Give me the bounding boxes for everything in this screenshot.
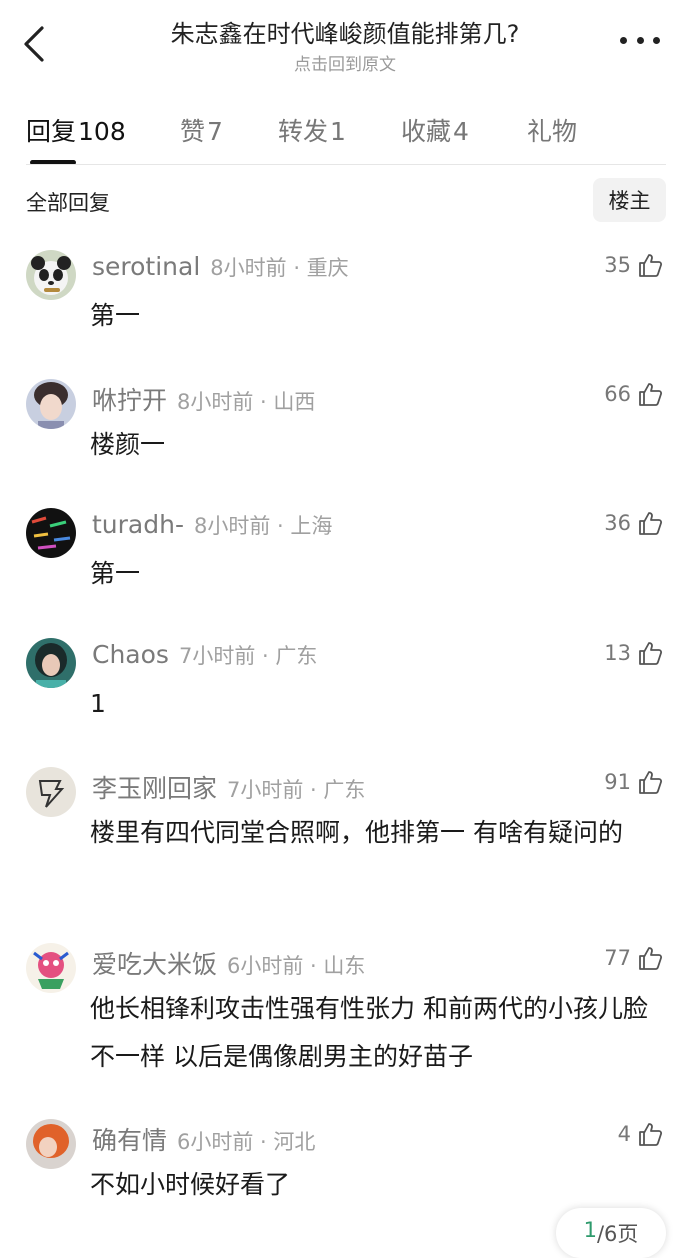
- more-dot-icon: [636, 36, 644, 44]
- more-button[interactable]: [620, 30, 660, 50]
- comment-meta: turadh- 8小时前 · 上海: [92, 510, 332, 540]
- timestamp-location: 7小时前 · 广东: [178, 644, 318, 668]
- thumbs-up-icon: [639, 947, 663, 970]
- avatar[interactable]: [26, 250, 76, 300]
- tab-count: 108: [78, 117, 126, 146]
- thumbs-up-icon: [639, 383, 663, 406]
- like-button[interactable]: 13: [604, 640, 663, 666]
- comment-text: 不如小时候好看了: [90, 1170, 291, 1199]
- comment-text: 1: [90, 689, 106, 718]
- like-count: 35: [604, 253, 631, 277]
- comment-meta: Chaos 7小时前 · 广东: [92, 640, 317, 670]
- comment-text: 楼颜一: [90, 430, 166, 459]
- like-count: 77: [604, 946, 631, 970]
- tab-replies[interactable]: 回复108: [26, 112, 126, 148]
- tab-bar: 回复108 赞7 转发1 收藏4 礼物: [26, 112, 666, 165]
- comment-meta: 咻拧开 8小时前 · 山西: [92, 381, 315, 417]
- like-button[interactable]: 66: [604, 381, 663, 407]
- person-avatar-icon: [26, 1119, 76, 1169]
- avatar[interactable]: [26, 1119, 76, 1169]
- thumbs-up-icon: [639, 642, 663, 665]
- current-page: 1: [583, 1218, 597, 1242]
- timestamp-location: 8小时前 · 重庆: [210, 256, 349, 280]
- username[interactable]: turadh-: [92, 510, 184, 539]
- tab-reposts[interactable]: 转发1: [278, 112, 346, 148]
- like-button[interactable]: 36: [604, 510, 663, 536]
- tab-label: 礼物: [527, 117, 578, 146]
- username[interactable]: 咻拧开: [92, 386, 167, 415]
- avatar[interactable]: [26, 767, 76, 817]
- tab-likes[interactable]: 赞7: [180, 112, 223, 148]
- avatar[interactable]: [26, 508, 76, 558]
- username[interactable]: 李玉刚回家: [92, 774, 217, 803]
- tab-favorites[interactable]: 收藏4: [401, 112, 469, 148]
- thumbs-up-icon: [639, 771, 663, 794]
- tab-label: 转发: [278, 117, 329, 146]
- panda-avatar-icon: [26, 250, 76, 300]
- like-count: 36: [604, 511, 631, 535]
- tab-count: 7: [207, 117, 223, 146]
- comment-meta: 李玉刚回家 7小时前 · 广东: [92, 769, 365, 805]
- sketch-avatar-icon: [26, 767, 76, 817]
- person-avatar-icon: [26, 638, 76, 688]
- person-avatar-icon: [26, 379, 76, 429]
- tab-label: 收藏: [401, 117, 452, 146]
- username[interactable]: 爱吃大米饭: [92, 950, 217, 979]
- like-button[interactable]: 91: [604, 769, 663, 795]
- timestamp-location: 8小时前 · 上海: [193, 514, 333, 538]
- comment-meta: 爱吃大米饭 6小时前 · 山东: [92, 945, 365, 981]
- comment-text: 他长相锋利攻击性强有性张力 和前两代的小孩儿脸不一样 以后是偶像剧男主的好苗子: [90, 994, 648, 1071]
- avatar[interactable]: [26, 638, 76, 688]
- username[interactable]: serotinal: [92, 252, 200, 281]
- timestamp-location: 6小时前 · 山东: [227, 954, 366, 978]
- comment-text: 第一: [90, 559, 141, 588]
- like-button[interactable]: 77: [604, 945, 663, 971]
- owner-only-button[interactable]: 楼主: [593, 178, 666, 222]
- like-count: 13: [604, 641, 631, 665]
- abstract-avatar-icon: [26, 508, 76, 558]
- like-button[interactable]: 4: [618, 1121, 663, 1147]
- comment-meta: 确有情 6小时前 · 河北: [92, 1121, 315, 1157]
- comment-text: 楼里有四代同堂合照啊，他排第一 有啥有疑问的: [90, 818, 623, 847]
- like-button[interactable]: 35: [604, 252, 663, 278]
- top-bar: 朱志鑫在时代峰峻颜值能排第几? 点击回到原文: [0, 0, 690, 90]
- tab-count: 4: [453, 117, 469, 146]
- page-title[interactable]: 朱志鑫在时代峰峻颜值能排第几?: [0, 14, 690, 49]
- username[interactable]: 确有情: [92, 1126, 167, 1155]
- back-to-post-link[interactable]: 点击回到原文: [0, 50, 690, 75]
- cartoon-avatar-icon: [26, 943, 76, 993]
- tab-divider: [26, 164, 666, 165]
- timestamp-location: 7小时前 · 广东: [227, 778, 366, 802]
- tab-label: 赞: [180, 117, 206, 146]
- timestamp-location: 6小时前 · 河北: [177, 1130, 316, 1154]
- tab-gifts[interactable]: 礼物: [527, 112, 579, 148]
- avatar[interactable]: [26, 943, 76, 993]
- all-replies-label[interactable]: 全部回复: [26, 187, 110, 217]
- timestamp-location: 8小时前 · 山西: [177, 390, 316, 414]
- like-count: 66: [604, 382, 631, 406]
- like-count: 4: [617, 1122, 631, 1146]
- thumbs-up-icon: [639, 512, 663, 535]
- more-dot-icon: [653, 36, 660, 44]
- more-dot-icon: [620, 36, 627, 44]
- like-count: 91: [604, 770, 631, 794]
- tab-label: 回复: [26, 117, 77, 146]
- thumbs-up-icon: [639, 1123, 663, 1146]
- avatar[interactable]: [26, 379, 76, 429]
- thumbs-up-icon: [639, 254, 663, 277]
- comment-meta: serotinal 8小时前 · 重庆: [92, 252, 349, 282]
- comment-text: 第一: [90, 301, 141, 330]
- page-indicator[interactable]: 1/6页: [556, 1208, 666, 1258]
- tab-count: 1: [330, 117, 346, 146]
- username[interactable]: Chaos: [92, 640, 169, 669]
